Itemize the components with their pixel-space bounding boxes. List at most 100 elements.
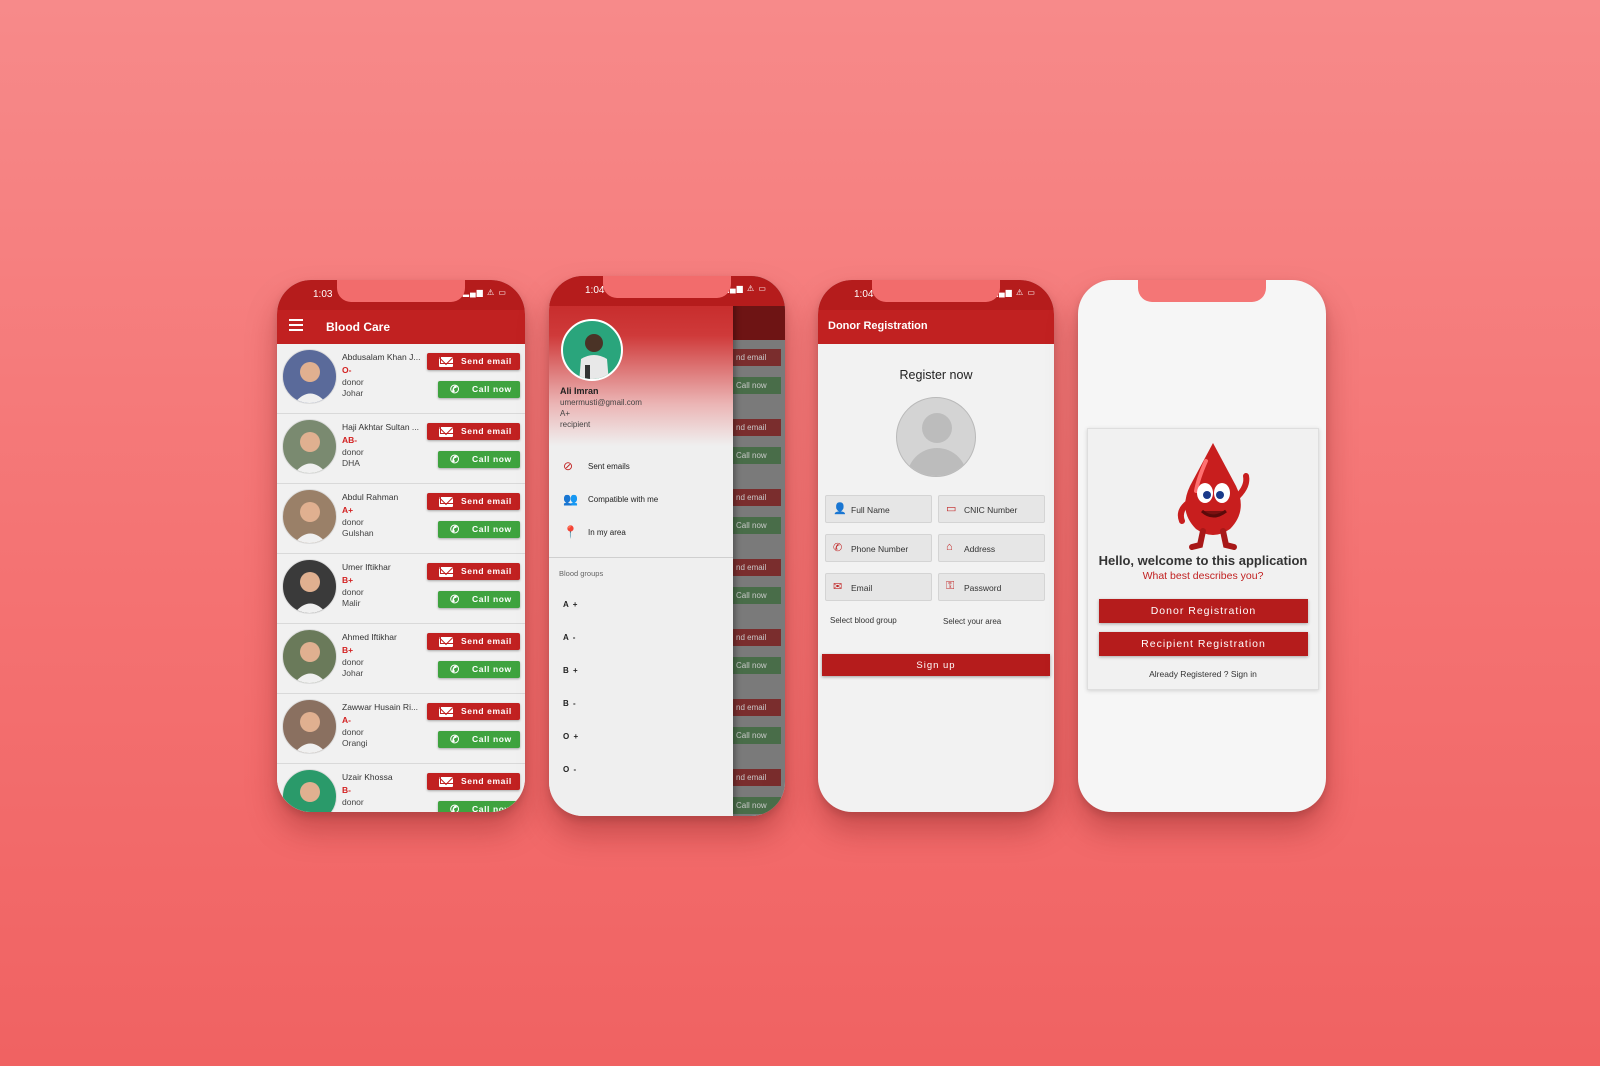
sign-up-button[interactable]: Sign up bbox=[822, 654, 1050, 676]
field-label: Password bbox=[964, 583, 1002, 593]
key-icon: ⚿ bbox=[946, 580, 955, 592]
field-label: Address bbox=[964, 544, 996, 554]
register-heading: Register now bbox=[899, 368, 973, 382]
menu-item-sent-emails[interactable]: ⊘ Sent emails bbox=[549, 456, 733, 478]
user-name: Ali Imran bbox=[560, 386, 599, 396]
donor-area: Orangi bbox=[342, 738, 368, 748]
donor-blood-group: B- bbox=[342, 785, 351, 795]
user-blood-group: A+ bbox=[560, 409, 571, 418]
password-field[interactable]: ⚿ Password bbox=[938, 573, 1045, 601]
app-title: Blood Care bbox=[326, 320, 391, 334]
donor-type: donor bbox=[342, 517, 364, 527]
donor-avatar bbox=[282, 489, 337, 544]
donor-row: Zawwar Husain Ri... A-donor Orangi Send ema… bbox=[277, 694, 525, 764]
people-icon: 👥 bbox=[563, 492, 578, 506]
call-now-button[interactable]: ✆ Call now bbox=[438, 381, 520, 398]
send-email-button[interactable]: Send email bbox=[427, 493, 520, 510]
button-label: Send email bbox=[461, 356, 512, 366]
background-list-overlay[interactable]: nd email Call now nd email Call now nd email… bbox=[733, 276, 785, 816]
cnic-field[interactable]: ▭ CNIC Number bbox=[938, 495, 1045, 523]
blood-group-item[interactable]: A + bbox=[563, 600, 578, 609]
phone-icon: ✆ bbox=[450, 734, 460, 746]
hamburger-menu-icon[interactable] bbox=[289, 319, 303, 331]
donor-blood-group: O- bbox=[342, 365, 352, 375]
donor-avatar bbox=[282, 559, 337, 614]
user-role: recipient bbox=[560, 420, 591, 429]
send-email-button[interactable]: Send email bbox=[427, 423, 520, 440]
mail-icon bbox=[439, 567, 453, 577]
button-label: Call now bbox=[472, 664, 512, 674]
donor-blood-group: B+ bbox=[342, 645, 354, 655]
sign-in-link[interactable]: Already Registered ? Sign in bbox=[1088, 669, 1318, 679]
location-pin-icon: 📍 bbox=[563, 525, 578, 539]
dimmed-app-bar bbox=[733, 306, 785, 340]
call-now-button[interactable]: ✆ Call now bbox=[438, 521, 520, 538]
dimmed-email-button: nd email bbox=[733, 349, 781, 366]
send-email-button[interactable]: Send email bbox=[427, 703, 520, 720]
menu-item-compatible[interactable]: 👥 Compatible with me bbox=[549, 489, 733, 511]
dimmed-call-button: Call now bbox=[733, 377, 781, 394]
donor-blood-group: A- bbox=[342, 715, 351, 725]
dimmed-email-button: nd email bbox=[733, 489, 781, 506]
donor-row: Uzair Khossa B-donor Send email ✆ Call now bbox=[277, 764, 525, 812]
donor-type: donor bbox=[342, 377, 364, 387]
full-name-field[interactable]: 👤 Full Name bbox=[825, 495, 932, 523]
home-icon: ⌂ bbox=[946, 541, 953, 553]
blood-group-item[interactable]: O + bbox=[563, 732, 579, 741]
area-select[interactable]: Select your area bbox=[943, 617, 1001, 626]
dimmed-email-button: nd email bbox=[733, 559, 781, 576]
donor-name: Umer Iftikhar bbox=[342, 562, 391, 572]
phone-icon: ✆ bbox=[833, 542, 843, 554]
blood-group-item[interactable]: B + bbox=[563, 666, 579, 675]
send-email-button[interactable]: Send email bbox=[427, 563, 520, 580]
dimmed-call-button: Call now bbox=[733, 517, 781, 534]
donor-list: Abdusalam Khan J... O-donor Johar Send emai… bbox=[277, 344, 525, 812]
dimmed-call-button: Call now bbox=[733, 727, 781, 744]
phone-notch bbox=[872, 280, 1000, 302]
blood-group-item[interactable]: B - bbox=[563, 699, 577, 708]
send-email-button[interactable]: Send email bbox=[427, 353, 520, 370]
dimmed-email-button: nd email bbox=[733, 769, 781, 786]
donor-name: Zawwar Husain Ri... bbox=[342, 702, 419, 712]
donor-name: Abdul Rahman bbox=[342, 492, 399, 502]
person-icon: 👤 bbox=[833, 503, 847, 515]
field-label: Phone Number bbox=[851, 544, 909, 554]
donor-registration-button[interactable]: Donor Registration bbox=[1099, 599, 1308, 623]
blood-group-item[interactable]: O - bbox=[563, 765, 577, 774]
recipient-registration-button[interactable]: Recipient Registration bbox=[1099, 632, 1308, 656]
donor-type: donor bbox=[342, 587, 364, 597]
phone-icon: ✆ bbox=[450, 524, 460, 536]
donor-name: Abdusalam Khan J... bbox=[342, 352, 421, 362]
address-field[interactable]: ⌂ Address bbox=[938, 534, 1045, 562]
navigation-drawer: Ali Imran umermusti@gmail.com A+ recipie… bbox=[549, 276, 733, 816]
profile-photo-placeholder[interactable] bbox=[896, 397, 976, 477]
menu-item-in-my-area[interactable]: 📍 In my area bbox=[549, 522, 733, 544]
send-email-button[interactable]: Send email bbox=[427, 633, 520, 650]
send-email-button[interactable]: Send email bbox=[427, 773, 520, 790]
call-now-button[interactable]: ✆ Call now bbox=[438, 731, 520, 748]
dimmed-call-button: Call now bbox=[733, 587, 781, 604]
donor-name: Haji Akhtar Sultan ... bbox=[342, 422, 420, 432]
user-avatar bbox=[561, 319, 623, 381]
menu-item-label: Compatible with me bbox=[588, 495, 659, 504]
call-now-button[interactable]: ✆ Call now bbox=[438, 591, 520, 608]
check-circle-icon: ⊘ bbox=[563, 459, 574, 473]
phone-number-field[interactable]: ✆ Phone Number bbox=[825, 534, 932, 562]
phone-notch bbox=[1138, 280, 1266, 302]
phone-icon: ✆ bbox=[450, 804, 460, 812]
call-now-button[interactable]: ✆ Call now bbox=[438, 801, 520, 812]
call-now-button[interactable]: ✆ Call now bbox=[438, 661, 520, 678]
donor-avatar bbox=[282, 699, 337, 754]
blood-group-select[interactable]: Select blood group bbox=[830, 616, 897, 625]
donor-blood-group: AB- bbox=[342, 435, 358, 445]
donor-avatar bbox=[282, 629, 337, 684]
registration-phone: 1:04 ▂▄▆ ⚠ ▭ Donor Registration Register… bbox=[818, 280, 1054, 812]
field-label: CNIC Number bbox=[964, 505, 1018, 515]
call-now-button[interactable]: ✆ Call now bbox=[438, 451, 520, 468]
donor-area: Malir bbox=[342, 598, 361, 608]
status-time: 1:04 bbox=[854, 289, 874, 300]
blood-group-item[interactable]: A - bbox=[563, 633, 576, 642]
email-field[interactable]: ✉ Email bbox=[825, 573, 932, 601]
donor-row: Haji Akhtar Sultan ... AB-donor DHA Send em… bbox=[277, 414, 525, 484]
button-label: Send email bbox=[461, 776, 512, 786]
